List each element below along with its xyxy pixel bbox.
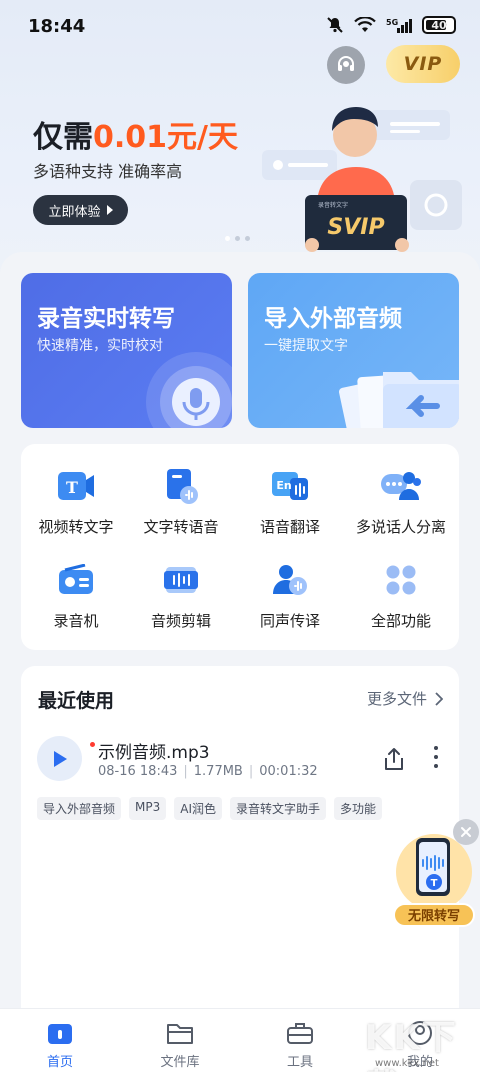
text-to-speech-icon [167,469,198,504]
vip-button[interactable]: VIP [386,45,460,83]
play-button[interactable] [37,736,82,781]
video-to-text-icon: T [58,472,94,500]
arrow-right-icon [106,205,113,215]
customer-service-button[interactable] [327,46,365,84]
tool-video-to-text[interactable]: T 视频转文字 [21,464,131,537]
tool-simultaneous-interpret[interactable]: 同声传译 [235,558,345,631]
file-tag: 多功能 [334,797,383,820]
svg-text:5G: 5G [386,18,398,27]
status-time: 18:44 [28,16,86,37]
tool-audio-edit[interactable]: 音频剪辑 [126,558,236,631]
file-tag: 录音转文字助手 [230,797,327,820]
recent-title: 最近使用 [38,690,115,712]
card-subtitle: 一键提取文字 [264,338,348,354]
file-meta: 08-16 18:43 | 1.77MB | 00:01:32 [98,764,318,779]
tool-multi-speaker[interactable]: 多说话人分离 [346,464,456,537]
all-features-icon [386,565,416,595]
tab-home[interactable]: 首页 [20,1019,100,1070]
svg-text:T: T [66,478,78,497]
more-files-label: 更多文件 [366,690,427,708]
carousel-dot [225,236,230,241]
tool-all-features[interactable]: 全部功能 [346,558,456,631]
headset-icon [338,56,354,71]
svg-text:En: En [276,479,291,492]
file-date: 08-16 18:43 [98,764,178,779]
try-now-button[interactable]: 立即体验 [33,195,128,225]
audio-edit-icon [164,567,198,593]
file-duration: 00:01:32 [259,764,318,779]
multi-speaker-icon [381,472,421,500]
svg-text:T: T [431,878,438,889]
card-title: 导入外部音频 [264,306,402,332]
recorder-icon [59,564,93,594]
svip-badge: SVIP [327,215,384,240]
file-tag: AI润色 [174,797,222,820]
share-button[interactable] [382,746,406,776]
signal-5g-icon: 5G [386,18,412,33]
card-title: 录音实时转写 [37,306,175,332]
unread-dot [90,742,95,747]
promo-illustration[interactable]: SVIP 录音转文字 [260,95,470,255]
tool-voice-translate[interactable]: En 语音翻译 [235,464,345,537]
promo-title-prefix: 仅需 [33,120,93,155]
play-icon [53,750,67,767]
record-realtime-card[interactable]: 录音实时转写 快速精准，实时校对 [21,273,232,428]
file-name[interactable]: 示例音频.mp3 [98,738,210,763]
file-tags: 导入外部音频 MP3 AI润色 录音转文字助手 多功能 [37,797,383,820]
unlimited-transcribe-label: 无限转写 [407,908,460,924]
voice-translate-icon: En [272,472,308,500]
battery-indicator: 40 [422,16,456,34]
share-icon [385,748,403,770]
carousel-dot [245,236,250,241]
tab-files[interactable]: 文件库 [140,1019,220,1070]
more-files-link[interactable]: 更多文件 [367,688,443,709]
folder-import-icon [338,372,459,428]
meta-separator: | [183,764,188,779]
meta-separator: | [248,764,254,779]
watermark-url: www.kkx.net [375,1058,439,1069]
file-tag: MP3 [129,797,167,820]
wifi-icon [354,17,376,32]
promo-subtitle: 多语种支持 准确率高 [33,162,183,181]
file-tag: 导入外部音频 [37,797,122,820]
close-icon [461,827,471,837]
promo-title: 仅需0.01元/天 [33,112,238,156]
toolbox-icon [287,1023,313,1044]
more-options-icon[interactable] [434,746,438,768]
home-icon [48,1024,72,1044]
simultaneous-interpret-icon [273,565,307,595]
folder-icon [167,1024,193,1044]
carousel-indicator [225,236,250,241]
status-icons: 5G 40 [326,16,456,34]
carousel-dot [235,236,240,241]
file-size: 1.77MB [193,764,243,779]
try-now-label: 立即体验 [48,204,101,220]
tool-recorder[interactable]: 录音机 [21,558,131,631]
import-audio-card[interactable]: 导入外部音频 一键提取文字 [248,273,459,428]
microphone-icon [146,352,232,428]
tab-tools[interactable]: 工具 [260,1019,340,1070]
close-promo-button[interactable] [453,819,479,845]
mute-icon [327,17,343,33]
tool-text-to-speech[interactable]: 文字转语音 [126,464,236,537]
promo-price: 0.01元/天 [93,120,238,155]
tools-grid: T 视频转文字 文字转语音 En 语音翻译 多说话人分离 录音机 音频剪辑 同声… [21,444,459,650]
svip-badge-caption: 录音转文字 [318,201,348,209]
chevron-right-icon [435,691,443,706]
